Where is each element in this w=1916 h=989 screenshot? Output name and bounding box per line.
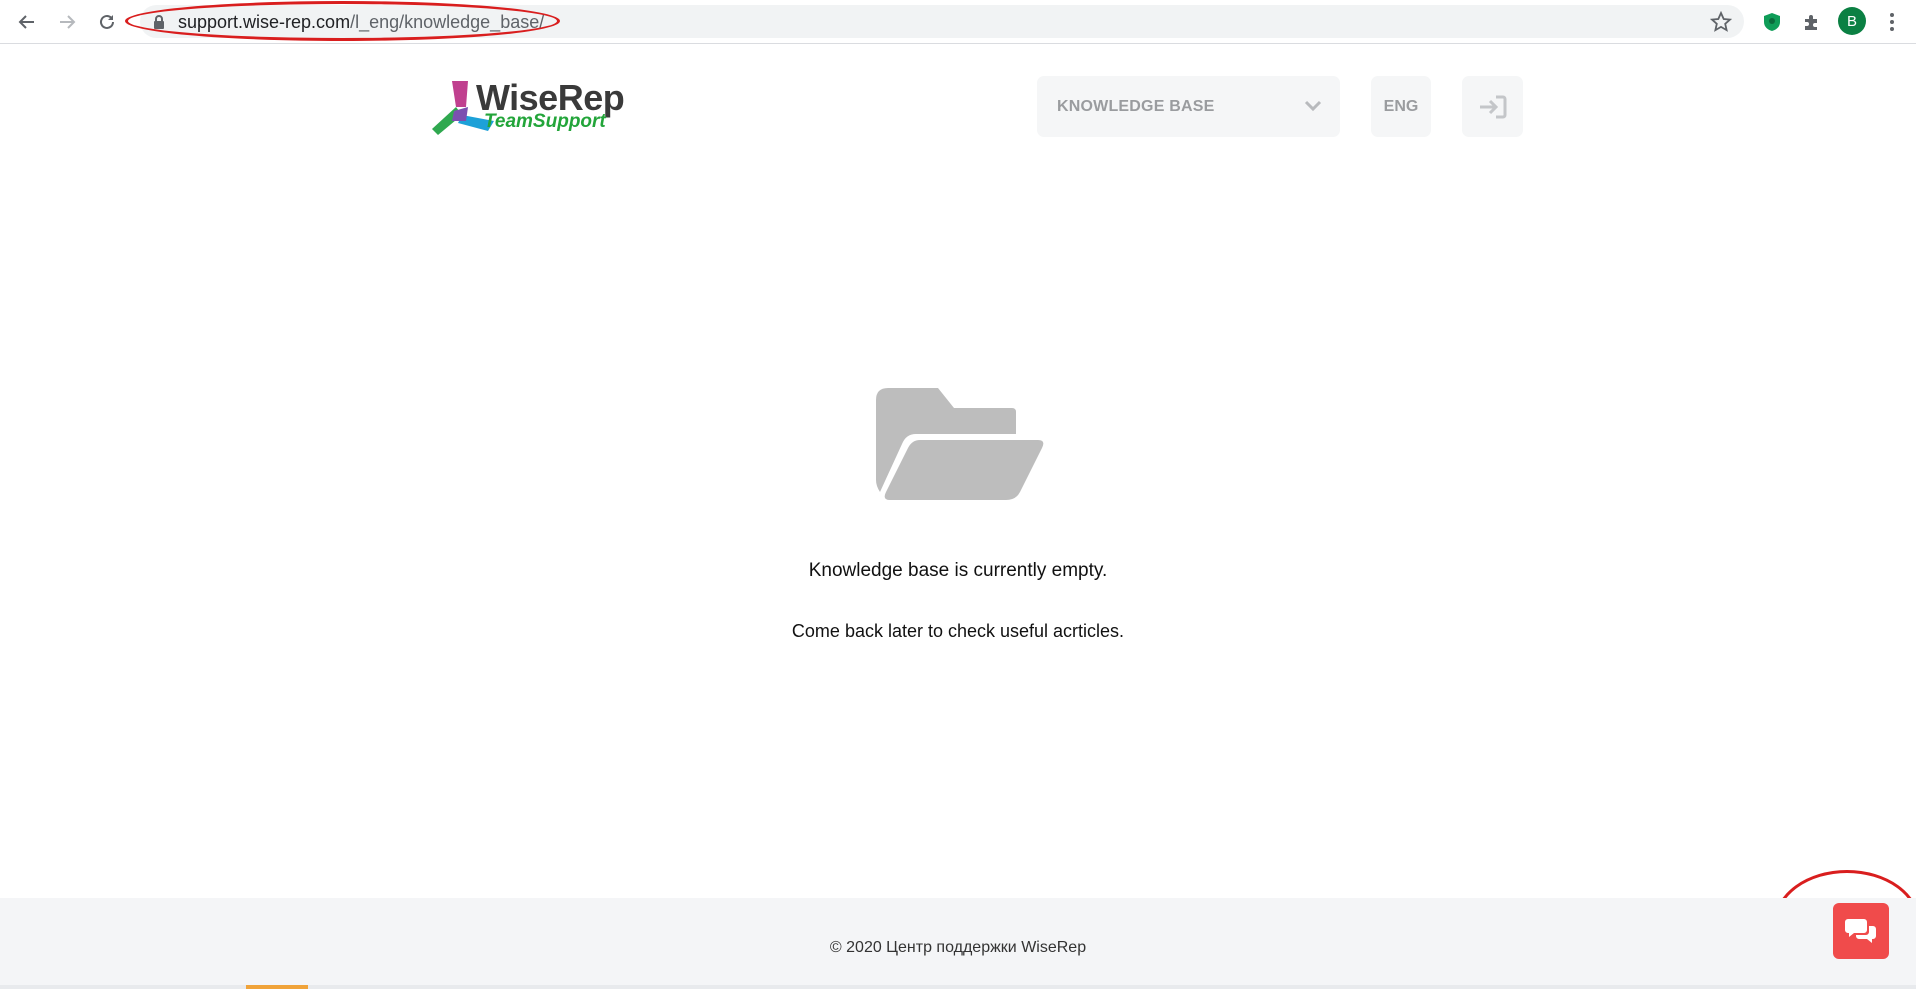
language-button[interactable]: ENG [1371, 76, 1431, 137]
profile-avatar[interactable]: B [1838, 7, 1866, 35]
section-select[interactable]: KNOWLEDGE BASE [1037, 76, 1340, 137]
url-path: /l_eng/knowledge_base/ [350, 12, 545, 32]
browser-menu-button[interactable] [1878, 8, 1906, 36]
chat-icon [1845, 919, 1876, 943]
login-icon [1479, 95, 1506, 118]
url-text: support.wise-rep.com/l_eng/knowledge_bas… [178, 12, 544, 32]
puzzle-icon [1805, 15, 1817, 30]
reload-icon [100, 14, 114, 29]
reload-button[interactable] [92, 7, 122, 37]
shield-extension-button[interactable] [1758, 8, 1786, 36]
footer-copyright: © 2020 Центр поддержки WiseRep [829, 939, 1087, 956]
forward-arrow-icon [60, 15, 76, 29]
section-select-label: KNOWLEDGE BASE [1057, 98, 1215, 115]
url-host: support.wise-rep.com [178, 12, 351, 32]
browser-toolbar: support.wise-rep.com/l_eng/knowledge_bas… [0, 0, 1916, 44]
empty-state-subtitle: Come back later to check useful acrticle… [791, 621, 1125, 641]
menu-dots-icon [1890, 13, 1894, 31]
extensions-button[interactable] [1798, 8, 1826, 36]
back-button[interactable] [12, 7, 42, 37]
chat-button[interactable] [1833, 903, 1889, 959]
bottom-strip-accent [246, 985, 308, 989]
folder-open-icon [876, 388, 1044, 500]
login-button[interactable] [1462, 76, 1523, 137]
empty-state-title: Knowledge base is currently empty. [808, 560, 1108, 581]
forward-button[interactable] [52, 7, 82, 37]
logo-subtitle: TeamSupport [484, 111, 606, 132]
chevron-down-icon [1304, 100, 1322, 112]
footer: © 2020 Центр поддержки WiseRep [0, 898, 1916, 989]
back-arrow-icon [18, 15, 34, 29]
lock-icon [154, 15, 164, 29]
address-bar[interactable]: support.wise-rep.com/l_eng/knowledge_bas… [140, 5, 1744, 38]
wiserep-logo[interactable]: WiseRep TeamSupport [398, 75, 650, 139]
shield-extension-icon [1764, 13, 1780, 31]
star-icon[interactable] [1710, 11, 1732, 33]
